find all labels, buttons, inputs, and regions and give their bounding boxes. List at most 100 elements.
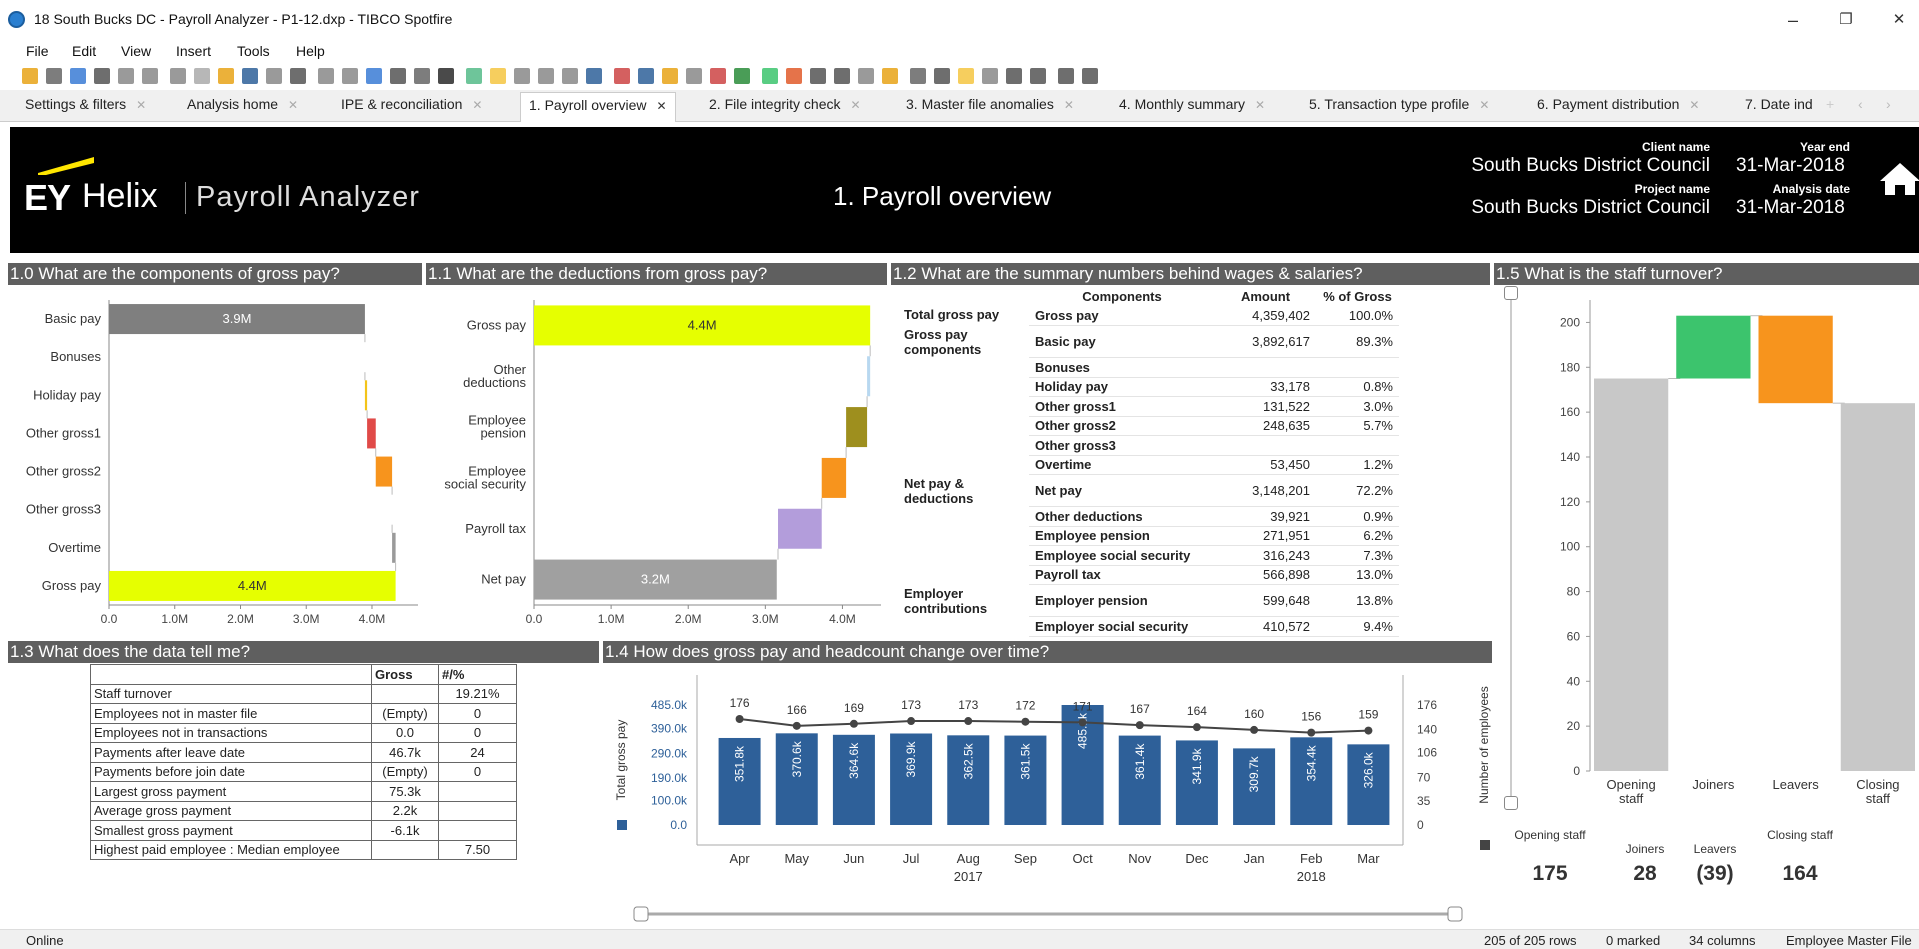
- toolbar-tool-icon[interactable]: [118, 68, 134, 84]
- close-button[interactable]: ✕: [1879, 6, 1919, 34]
- restore-button[interactable]: ❐: [1826, 6, 1866, 34]
- toolbar-tool-icon[interactable]: [290, 68, 306, 84]
- headcount-point[interactable]: [792, 721, 801, 730]
- close-tab-icon[interactable]: ✕: [851, 98, 861, 112]
- slider-handle-left[interactable]: [633, 906, 649, 922]
- menu-insert[interactable]: Insert: [176, 43, 211, 59]
- slider-handle-right[interactable]: [1447, 906, 1463, 922]
- headcount-point[interactable]: [1250, 725, 1259, 734]
- bar-employee-social-security[interactable]: [821, 457, 847, 498]
- toolbar-tool-icon[interactable]: [810, 68, 826, 84]
- scroll-tabs-right-icon[interactable]: ›: [1886, 96, 1891, 112]
- headcount-point[interactable]: [1307, 728, 1316, 737]
- status-data-table[interactable]: Employee Master File: [1786, 933, 1912, 948]
- menu-tools[interactable]: Tools: [237, 43, 270, 59]
- toolbar-tool-icon[interactable]: [934, 68, 950, 84]
- tab-date-ind[interactable]: 7. Date ind: [1745, 96, 1830, 112]
- headcount-point[interactable]: [849, 719, 858, 728]
- toolbar-tool-icon[interactable]: [858, 68, 874, 84]
- close-tab-icon[interactable]: ✕: [1064, 98, 1074, 112]
- close-tab-icon[interactable]: ✕: [1689, 98, 1699, 112]
- bar-employee-pension[interactable]: [846, 407, 868, 448]
- headcount-point[interactable]: [1135, 721, 1144, 730]
- toolbar-tool-icon[interactable]: [438, 68, 454, 84]
- toolbar-tool-icon[interactable]: [762, 68, 778, 84]
- headcount-point[interactable]: [1192, 723, 1201, 732]
- toolbar-tool-icon[interactable]: [958, 68, 974, 84]
- toolbar-tool-icon[interactable]: [266, 68, 282, 84]
- toolbar-tool-icon[interactable]: [586, 68, 602, 84]
- toolbar-tool-icon[interactable]: [562, 68, 578, 84]
- close-tab-icon[interactable]: ✕: [288, 98, 298, 112]
- tab-payroll-overview[interactable]: 1. Payroll overview ✕: [520, 92, 676, 122]
- toolbar-tool-icon[interactable]: [318, 68, 334, 84]
- tab-analysis-home[interactable]: Analysis home ✕: [187, 96, 298, 112]
- bar-closing-staff[interactable]: [1840, 403, 1915, 771]
- toolbar-tool-icon[interactable]: [194, 68, 210, 84]
- tab-file-integrity-check[interactable]: 2. File integrity check ✕: [709, 96, 861, 112]
- toolbar-tool-icon[interactable]: [834, 68, 850, 84]
- toolbar-tool-icon[interactable]: [70, 68, 86, 84]
- toolbar-tool-icon[interactable]: [686, 68, 702, 84]
- add-tab-icon[interactable]: +: [1826, 96, 1834, 112]
- toolbar-tool-icon[interactable]: [94, 68, 110, 84]
- toolbar-tool-icon[interactable]: [1058, 68, 1074, 84]
- toolbar-tool-icon[interactable]: [142, 68, 158, 84]
- toolbar-tool-icon[interactable]: [342, 68, 358, 84]
- toolbar-tool-icon[interactable]: [1030, 68, 1046, 84]
- tab-settings-filters[interactable]: Settings & filters ✕: [25, 96, 146, 112]
- bar-opening-staff[interactable]: [1594, 378, 1669, 772]
- bar-leavers[interactable]: [1758, 315, 1833, 404]
- close-tab-icon[interactable]: ✕: [657, 99, 667, 113]
- tab-payment-distribution[interactable]: 6. Payment distribution ✕: [1537, 96, 1699, 112]
- tab-transaction-type-profile[interactable]: 5. Transaction type profile ✕: [1309, 96, 1489, 112]
- toolbar-tool-icon[interactable]: [1006, 68, 1022, 84]
- bar-overtime[interactable]: [392, 532, 396, 563]
- headcount-point[interactable]: [907, 717, 916, 726]
- toolbar-tool-icon[interactable]: [466, 68, 482, 84]
- toolbar-tool-icon[interactable]: [218, 68, 234, 84]
- toolbar-tool-icon[interactable]: [614, 68, 630, 84]
- slider-handle-top[interactable]: [1504, 286, 1518, 300]
- bar-other-gross2[interactable]: [375, 456, 393, 487]
- toolbar-tool-icon[interactable]: [638, 68, 654, 84]
- headcount-point[interactable]: [1021, 717, 1030, 726]
- toolbar-tool-icon[interactable]: [170, 68, 186, 84]
- menu-help[interactable]: Help: [296, 43, 325, 59]
- toolbar-tool-icon[interactable]: [710, 68, 726, 84]
- close-tab-icon[interactable]: ✕: [1479, 98, 1489, 112]
- toolbar-tool-icon[interactable]: [22, 68, 38, 84]
- bar-holiday-pay[interactable]: [364, 380, 368, 411]
- toolbar-tool-icon[interactable]: [242, 68, 258, 84]
- menu-file[interactable]: File: [26, 43, 49, 59]
- toolbar-tool-icon[interactable]: [662, 68, 678, 84]
- toolbar-tool-icon[interactable]: [786, 68, 802, 84]
- tab-ipe-reconciliation[interactable]: IPE & reconciliation ✕: [341, 96, 482, 112]
- menu-view[interactable]: View: [121, 43, 151, 59]
- minimize-button[interactable]: –: [1773, 6, 1813, 34]
- tab-master-file-anomalies[interactable]: 3. Master file anomalies ✕: [906, 96, 1074, 112]
- close-tab-icon[interactable]: ✕: [472, 98, 482, 112]
- close-tab-icon[interactable]: ✕: [1255, 98, 1265, 112]
- toolbar-tool-icon[interactable]: [910, 68, 926, 84]
- toolbar-tool-icon[interactable]: [390, 68, 406, 84]
- toolbar-tool-icon[interactable]: [366, 68, 382, 84]
- toolbar-tool-icon[interactable]: [538, 68, 554, 84]
- scroll-tabs-left-icon[interactable]: ‹: [1858, 96, 1863, 112]
- bar-other-deductions[interactable]: [867, 356, 871, 397]
- home-icon[interactable]: [1880, 161, 1919, 200]
- turnover-range-slider[interactable]: [1504, 286, 1518, 810]
- slider-handle-bottom[interactable]: [1504, 796, 1518, 810]
- toolbar-tool-icon[interactable]: [882, 68, 898, 84]
- tab-monthly-summary[interactable]: 4. Monthly summary ✕: [1119, 96, 1265, 112]
- toolbar-tool-icon[interactable]: [490, 68, 506, 84]
- bar-payroll-tax[interactable]: [778, 508, 822, 549]
- toolbar-tool-icon[interactable]: [1082, 68, 1098, 84]
- toolbar-tool-icon[interactable]: [414, 68, 430, 84]
- toolbar-tool-icon[interactable]: [46, 68, 62, 84]
- headcount-point[interactable]: [735, 715, 744, 723]
- headcount-point[interactable]: [964, 717, 973, 726]
- bar-joiners[interactable]: [1676, 315, 1751, 379]
- close-tab-icon[interactable]: ✕: [136, 98, 146, 112]
- toolbar-tool-icon[interactable]: [514, 68, 530, 84]
